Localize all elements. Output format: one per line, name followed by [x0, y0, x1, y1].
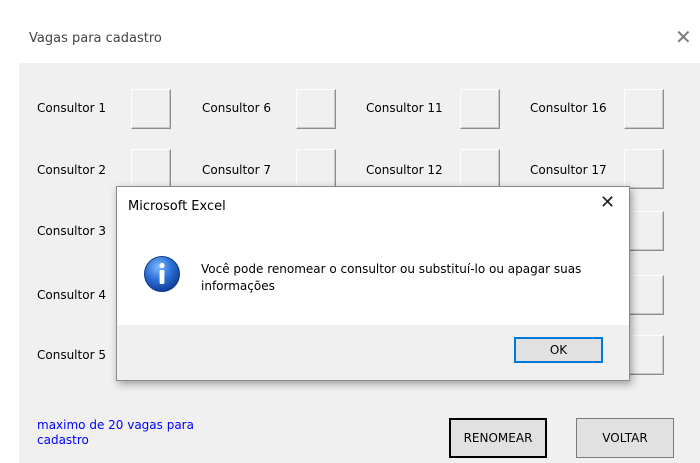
consultant-label-11: Consultor 11 — [366, 101, 443, 115]
consultant-label-4: Consultor 4 — [37, 288, 106, 302]
consultant-slot-18[interactable] — [624, 211, 664, 251]
consultant-label-16: Consultor 16 — [530, 101, 607, 115]
message-dialog: Microsoft Excel ✕ Você pode renomear o c… — [116, 186, 630, 381]
consultant-slot-12[interactable] — [460, 149, 500, 189]
consultant-slot-11[interactable] — [460, 89, 500, 129]
form-titlebar: Vagas para cadastro ✕ — [19, 18, 700, 63]
consultant-label-17: Consultor 17 — [530, 163, 607, 177]
consultant-label-2: Consultor 2 — [37, 163, 106, 177]
consultant-slot-1[interactable] — [131, 89, 171, 129]
consultant-label-6: Consultor 6 — [202, 101, 271, 115]
dialog-footer: OK — [117, 325, 629, 380]
consultant-slot-20[interactable] — [624, 335, 664, 375]
form-close-icon[interactable]: ✕ — [675, 27, 692, 47]
consultant-label-12: Consultor 12 — [366, 163, 443, 177]
consultant-label-7: Consultor 7 — [202, 163, 271, 177]
form-title: Vagas para cadastro — [29, 31, 162, 46]
consultant-slot-2[interactable] — [131, 149, 171, 189]
consultant-label-3: Consultor 3 — [37, 224, 106, 238]
consultant-slot-19[interactable] — [624, 275, 664, 315]
consultant-slot-17[interactable] — [624, 149, 664, 189]
consultant-slot-16[interactable] — [624, 89, 664, 129]
information-icon — [144, 256, 180, 292]
consultant-slot-6[interactable] — [296, 89, 336, 129]
vacancy-limit-note: maximo de 20 vagas para cadastro — [37, 418, 194, 447]
dialog-close-icon[interactable]: ✕ — [600, 193, 615, 213]
consultant-label-5: Consultor 5 — [37, 348, 106, 362]
dialog-message: Você pode renomear o consultor ou substi… — [201, 262, 582, 293]
consultant-slot-7[interactable] — [296, 149, 336, 189]
ok-button[interactable]: OK — [514, 337, 603, 363]
consultant-label-1: Consultor 1 — [37, 101, 106, 115]
back-button[interactable]: VOLTAR — [576, 418, 674, 458]
dialog-title: Microsoft Excel — [128, 199, 226, 214]
rename-button[interactable]: RENOMEAR — [449, 418, 547, 458]
